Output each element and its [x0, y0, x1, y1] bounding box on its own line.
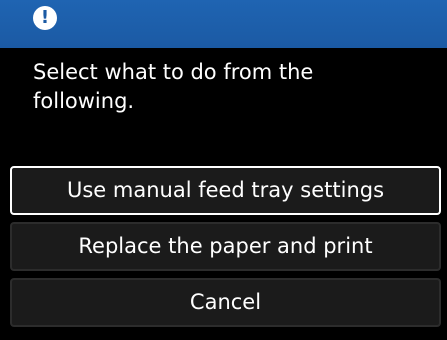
- cancel-button[interactable]: Cancel: [10, 278, 441, 327]
- options-list: Use manual feed tray settings Replace th…: [10, 166, 441, 334]
- printer-panel-screen: ! Select what to do from the following. …: [0, 0, 447, 340]
- header-bar: !: [0, 0, 447, 48]
- exclamation-icon: !: [33, 6, 57, 30]
- replace-paper-and-print-button[interactable]: Replace the paper and print: [10, 222, 441, 271]
- message-line-1: Select what to do from the: [33, 60, 314, 84]
- message-text: Select what to do from the following.: [33, 58, 433, 116]
- message-line-2: following.: [33, 89, 135, 113]
- use-manual-feed-tray-settings-button[interactable]: Use manual feed tray settings: [10, 166, 441, 215]
